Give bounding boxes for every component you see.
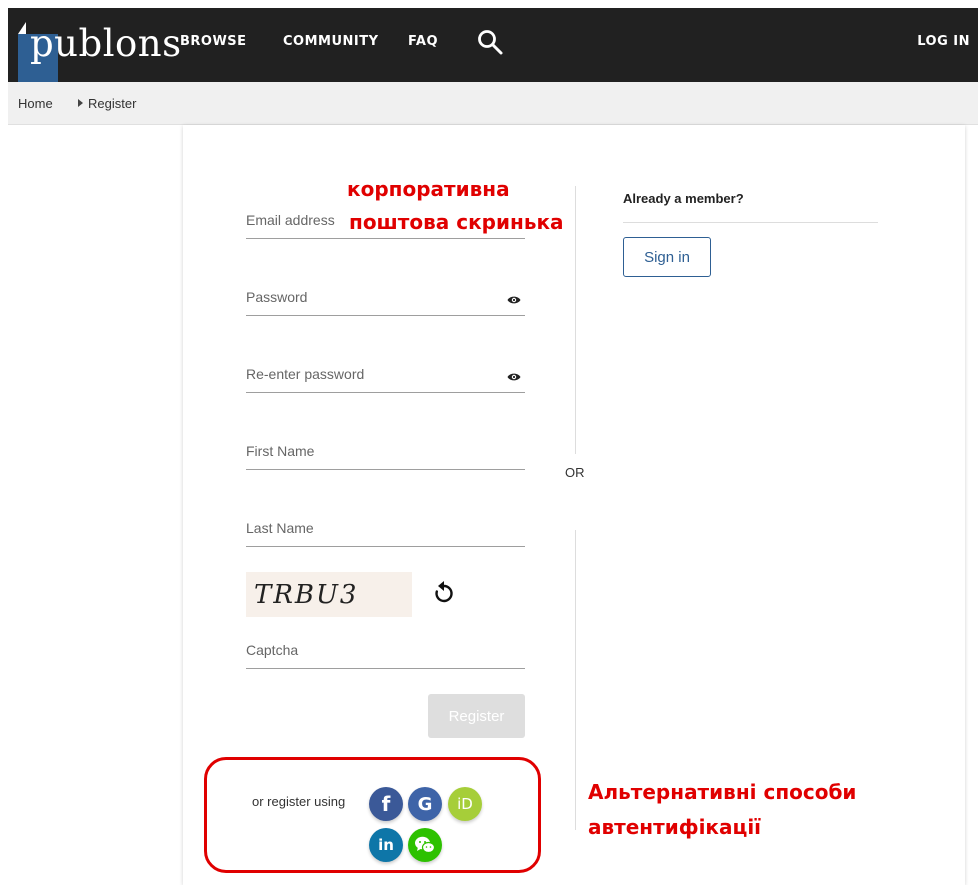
top-navbar: publons BROWSE COMMUNITY FAQ LOG IN (8, 8, 978, 86)
facebook-login-button[interactable]: f (369, 787, 403, 821)
logo-tick (18, 22, 26, 34)
alt-annotation-line2: автентифікації (588, 815, 762, 839)
sign-in-button[interactable]: Sign in (623, 237, 711, 277)
password-label: Password (246, 289, 308, 305)
register-button[interactable]: Register (428, 694, 525, 738)
first-name-label: First Name (246, 443, 315, 459)
reenter-password-field[interactable]: Re-enter password (246, 362, 525, 393)
nav-community[interactable]: COMMUNITY (283, 34, 379, 49)
last-name-field[interactable]: Last Name (246, 516, 525, 547)
facebook-icon: f (381, 792, 391, 816)
reenter-password-label: Re-enter password (246, 366, 365, 382)
search-icon[interactable] (476, 28, 504, 56)
breadcrumb-current: Register (88, 96, 137, 111)
captcha-field[interactable]: Captcha (246, 638, 525, 669)
last-name-label: Last Name (246, 520, 314, 536)
email-annotation-line2: поштова скринька (349, 210, 564, 234)
google-login-button[interactable]: G (408, 787, 442, 821)
refresh-captcha-icon[interactable] (433, 581, 455, 605)
wechat-icon (415, 836, 436, 854)
captcha-label: Captcha (246, 642, 299, 658)
logo-text: publons (30, 22, 182, 65)
orcid-icon: iD (457, 795, 473, 813)
orcid-login-button[interactable]: iD (448, 787, 482, 821)
divider (575, 186, 576, 454)
divider (623, 222, 878, 223)
login-link[interactable]: LOG IN (917, 34, 970, 49)
captcha-image: TRBU3 (246, 572, 412, 617)
alt-register-label: or register using (252, 794, 346, 809)
google-icon: G (417, 793, 433, 815)
linkedin-icon: in (378, 836, 394, 854)
already-member-heading: Already a member? (623, 191, 744, 206)
or-separator: OR (565, 465, 585, 480)
password-field[interactable]: Password (246, 285, 525, 316)
breadcrumb: Home Register (8, 82, 978, 125)
email-label: Email address (246, 212, 335, 228)
alt-annotation-line1: Альтернативні способи (588, 780, 857, 804)
breadcrumb-home[interactable]: Home (18, 96, 53, 111)
linkedin-login-button[interactable]: in (369, 828, 403, 862)
email-annotation-line1: корпоративна (347, 177, 510, 201)
divider (575, 530, 576, 830)
wechat-login-button[interactable] (408, 828, 442, 862)
nav-faq[interactable]: FAQ (408, 34, 438, 49)
show-password-icon[interactable] (507, 372, 521, 382)
nav-browse[interactable]: BROWSE (180, 34, 247, 49)
show-password-icon[interactable] (507, 295, 521, 305)
first-name-field[interactable]: First Name (246, 439, 525, 470)
breadcrumb-chevron-icon (78, 99, 83, 107)
captcha-text: TRBU3 (254, 579, 359, 610)
